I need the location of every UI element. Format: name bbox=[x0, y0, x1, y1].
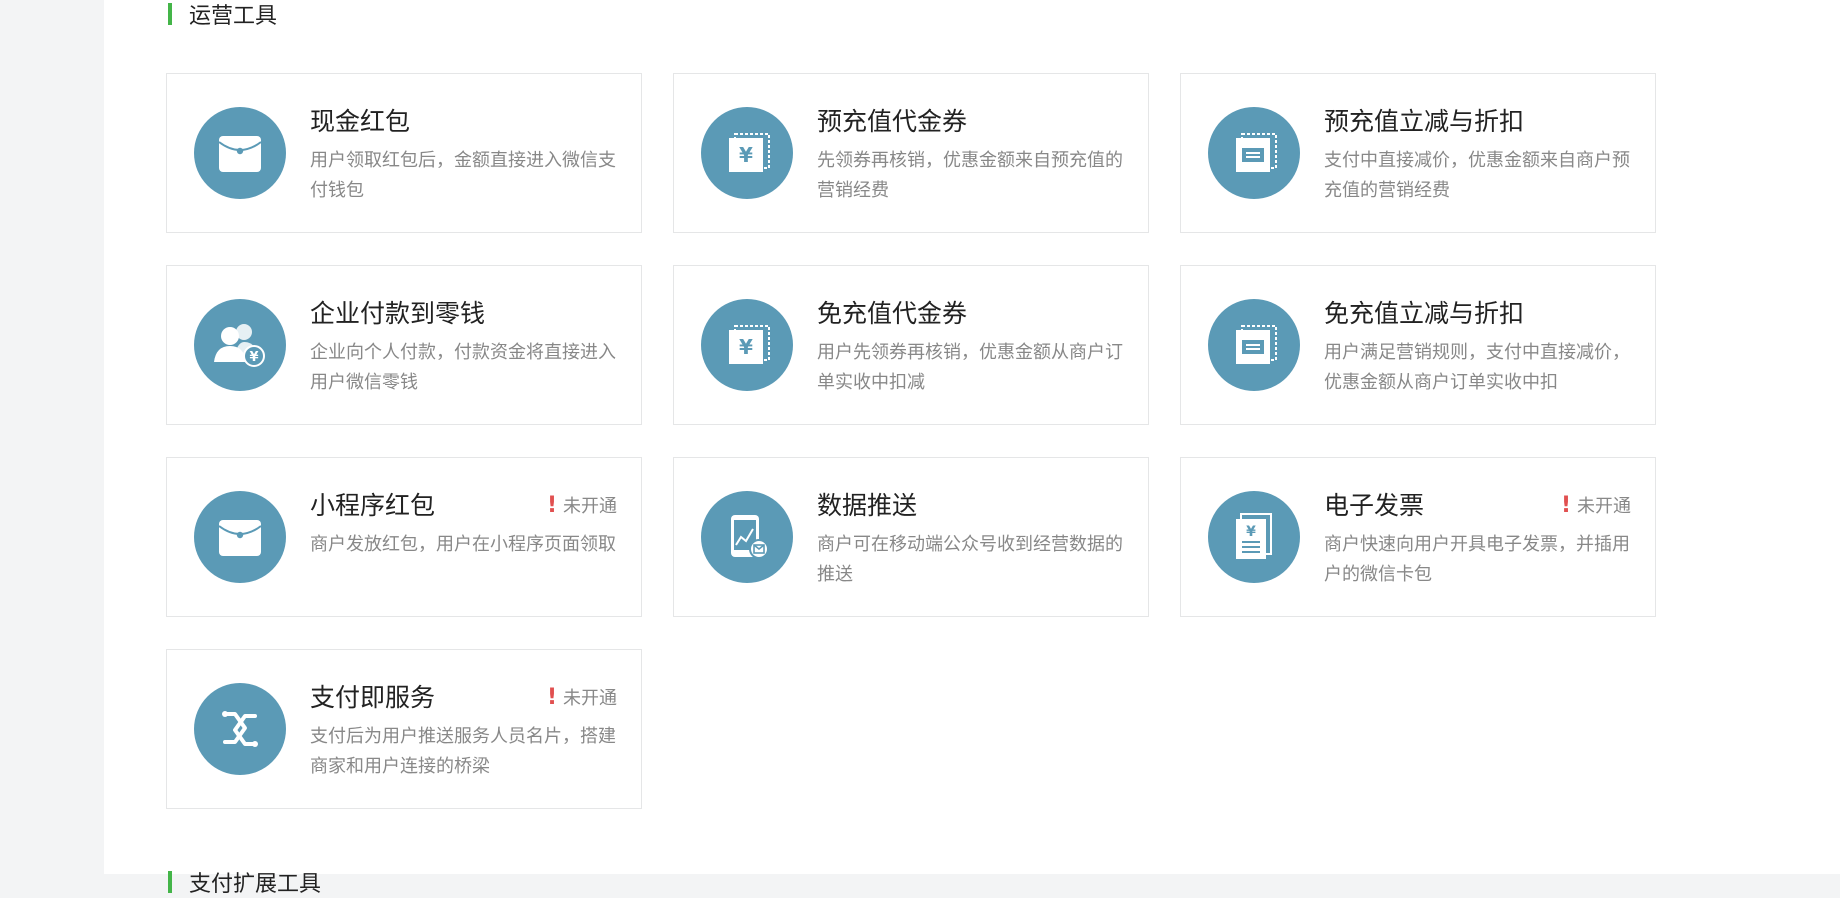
link-service-icon bbox=[194, 683, 286, 775]
svg-text:¥: ¥ bbox=[739, 143, 753, 167]
section-accent-bar bbox=[168, 3, 172, 25]
tools-grid: 现金红包 用户领取红包后，金额直接进入微信支付钱包 ¥ 预充值代金券 先领券再核… bbox=[166, 73, 1656, 809]
enterprise-payment-icon: ¥ bbox=[194, 299, 286, 391]
tool-card-enterprise-payment[interactable]: ¥ 企业付款到零钱 企业向个人付款，付款资金将直接进入用户微信零钱 bbox=[166, 265, 642, 425]
tool-description: 商户快速向用户开具电子发票，并插用户的微信卡包 bbox=[1324, 534, 1630, 585]
main-content: 运营工具 现金红包 用户领取红包后，金额直接进入微信支付钱包 ¥ 预充值代金券 … bbox=[104, 0, 1840, 897]
tool-title: 企业付款到零钱 bbox=[310, 299, 486, 328]
section-title-text: 运营工具 bbox=[189, 4, 278, 29]
discount-ticket-icon bbox=[1208, 299, 1300, 391]
tool-card-free-discount[interactable]: 免充值立减与折扣 用户满足营销规则，支付中直接减价，优惠金额从商户订单实收中扣 bbox=[1180, 265, 1656, 425]
tool-description: 商户可在移动端公众号收到经营数据的推送 bbox=[817, 534, 1123, 585]
tool-description: 先领券再核销，优惠金额来自预充值的营销经费 bbox=[817, 150, 1123, 201]
tool-card-prepaid-discount[interactable]: 预充值立减与折扣 支付中直接减价，优惠金额来自商户预充值的营销经费 bbox=[1180, 73, 1656, 233]
tool-card-cash-red-packet[interactable]: 现金红包 用户领取红包后，金额直接进入微信支付钱包 bbox=[166, 73, 642, 233]
tool-description: 商户发放红包，用户在小程序页面领取 bbox=[310, 534, 616, 555]
tool-description: 用户满足营销规则，支付中直接减价，优惠金额从商户订单实收中扣 bbox=[1324, 342, 1630, 393]
section-accent-bar bbox=[168, 871, 172, 893]
status-badge: ! 未开通 bbox=[547, 492, 617, 518]
status-text: 未开通 bbox=[1577, 496, 1631, 517]
status-badge: ! 未开通 bbox=[547, 684, 617, 710]
tool-title: 支付即服务 bbox=[310, 683, 436, 712]
status-text: 未开通 bbox=[563, 688, 617, 709]
tool-title: 现金红包 bbox=[310, 107, 411, 136]
data-push-icon bbox=[701, 491, 793, 583]
tool-card-mini-program-red-packet[interactable]: 小程序红包 ! 未开通 商户发放红包，用户在小程序页面领取 bbox=[166, 457, 642, 617]
tool-title: 免充值立减与折扣 bbox=[1324, 299, 1525, 328]
tool-card-pay-as-service[interactable]: 支付即服务 ! 未开通 支付后为用户推送服务人员名片，搭建商家和用户连接的桥梁 bbox=[166, 649, 642, 809]
tool-card-data-push[interactable]: 数据推送 商户可在移动端公众号收到经营数据的推送 bbox=[673, 457, 1149, 617]
svg-text:¥: ¥ bbox=[739, 335, 753, 359]
status-text: 未开通 bbox=[563, 496, 617, 517]
svg-text:¥: ¥ bbox=[1246, 524, 1256, 540]
tool-title: 预充值代金券 bbox=[817, 107, 968, 136]
tool-card-prepaid-voucher[interactable]: ¥ 预充值代金券 先领券再核销，优惠金额来自预充值的营销经费 bbox=[673, 73, 1149, 233]
left-rail bbox=[0, 0, 104, 874]
tool-description: 用户领取红包后，金额直接进入微信支付钱包 bbox=[310, 150, 616, 201]
tool-description: 企业向个人付款，付款资金将直接进入用户微信零钱 bbox=[310, 342, 616, 393]
tool-title: 免充值代金券 bbox=[817, 299, 968, 328]
invoice-icon: ¥ bbox=[1208, 491, 1300, 583]
red-envelope-icon bbox=[194, 491, 286, 583]
warning-icon: ! bbox=[546, 684, 557, 710]
tool-title: 预充值立减与折扣 bbox=[1324, 107, 1525, 136]
warning-icon: ! bbox=[546, 492, 557, 518]
yuan-voucher-icon: ¥ bbox=[701, 299, 793, 391]
tool-description: 支付后为用户推送服务人员名片，搭建商家和用户连接的桥梁 bbox=[310, 726, 616, 777]
warning-icon: ! bbox=[1560, 492, 1571, 518]
status-badge: ! 未开通 bbox=[1561, 492, 1631, 518]
tool-title: 电子发票 bbox=[1324, 491, 1425, 520]
section-title: 运营工具 bbox=[168, 2, 277, 29]
tool-description: 支付中直接减价，优惠金额来自商户预充值的营销经费 bbox=[1324, 150, 1630, 201]
tool-title: 数据推送 bbox=[817, 491, 918, 520]
tool-title: 小程序红包 bbox=[310, 491, 436, 520]
next-section-title-text: 支付扩展工具 bbox=[189, 872, 322, 897]
tool-description: 用户先领券再核销，优惠金额从商户订单实收中扣减 bbox=[817, 342, 1123, 393]
red-envelope-icon bbox=[194, 107, 286, 199]
tool-card-free-voucher[interactable]: ¥ 免充值代金券 用户先领券再核销，优惠金额从商户订单实收中扣减 bbox=[673, 265, 1149, 425]
svg-text:¥: ¥ bbox=[249, 350, 258, 365]
discount-ticket-icon bbox=[1208, 107, 1300, 199]
tool-card-e-invoice[interactable]: ¥ 电子发票 ! 未开通 商户快速向用户开具电子发票，并插用户的微信卡包 bbox=[1180, 457, 1656, 617]
yuan-voucher-icon: ¥ bbox=[701, 107, 793, 199]
